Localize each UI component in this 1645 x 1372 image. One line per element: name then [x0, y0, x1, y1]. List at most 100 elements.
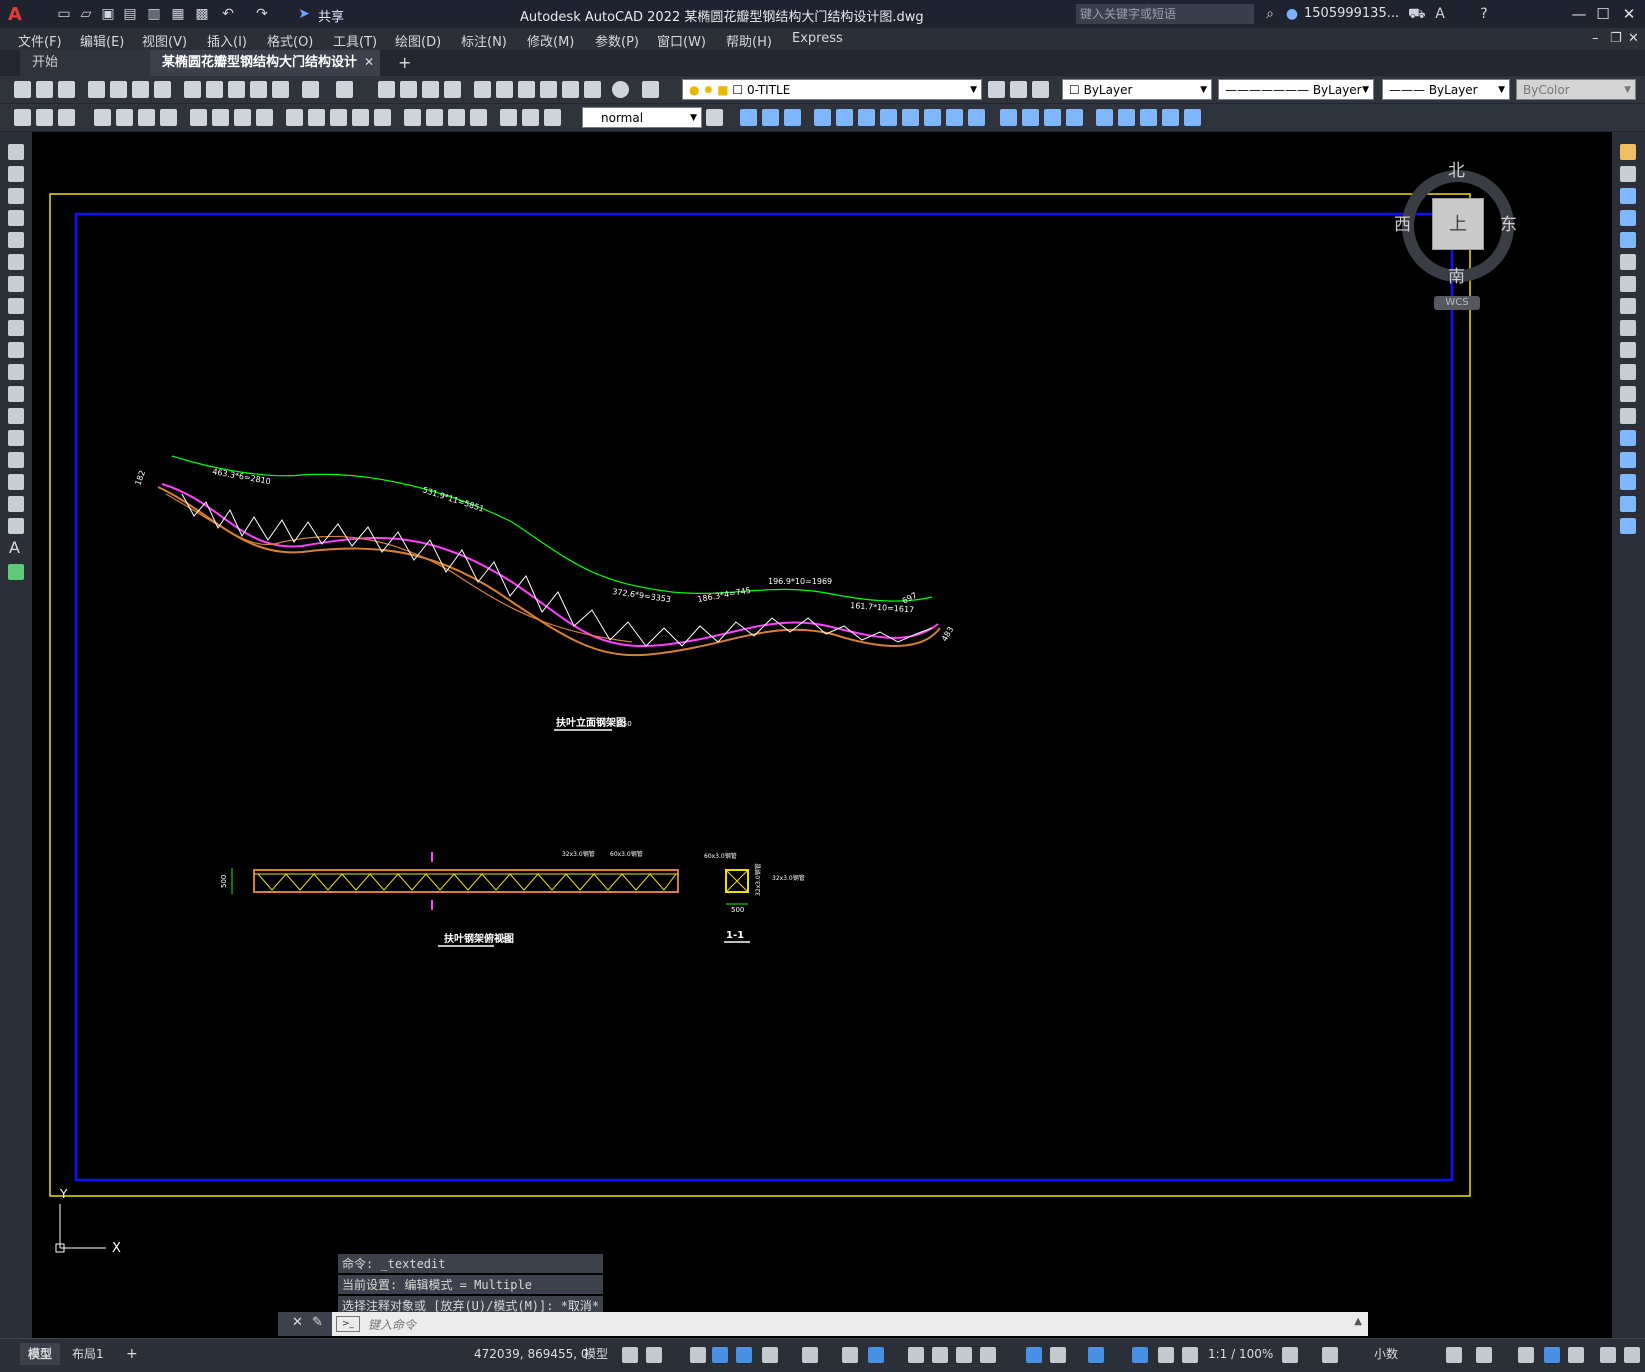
stretch-tool-icon[interactable] [1620, 320, 1636, 336]
wcs-menu[interactable]: WCS [1434, 296, 1480, 310]
dynamic-ucs-icon[interactable] [1026, 1347, 1042, 1363]
trim-icon[interactable] [946, 109, 963, 126]
break-icon[interactable] [1000, 109, 1017, 126]
layer-dropdown[interactable]: ● ✹ ■ ☐ 0-TITLE ▼ [682, 79, 982, 100]
doc-restore-button[interactable]: ❐ [1610, 31, 1622, 46]
search-icon[interactable]: ⌕ [1262, 6, 1278, 22]
dimension-edit-icon[interactable] [500, 109, 517, 126]
maximize-button[interactable]: ☐ [1592, 4, 1614, 24]
layer-properties-icon[interactable] [642, 81, 659, 98]
polyline-icon[interactable] [8, 188, 24, 204]
line-icon[interactable] [8, 144, 24, 160]
block-editor-icon[interactable] [272, 81, 289, 98]
stretch-icon[interactable] [924, 109, 941, 126]
menu-tools[interactable]: 工具(T) [333, 31, 377, 50]
selection-cycling-icon[interactable] [956, 1347, 972, 1363]
insert-block-icon[interactable] [8, 386, 24, 402]
3d-osnap-icon[interactable] [980, 1347, 996, 1363]
cut-icon[interactable] [184, 81, 201, 98]
menu-modify[interactable]: 修改(M) [527, 31, 574, 50]
annotation-scale-dropdown[interactable]: 1:1 / 100% [1200, 1343, 1281, 1365]
dimension-style-icon[interactable] [706, 109, 723, 126]
trim-tool-icon[interactable] [1620, 342, 1636, 358]
break-tool-icon[interactable] [1620, 408, 1636, 424]
design-center-icon[interactable] [496, 81, 513, 98]
rotate-icon[interactable] [880, 109, 897, 126]
baseline-dimension-icon[interactable] [308, 109, 325, 126]
viewcube-top-face[interactable]: 上 [1432, 198, 1484, 250]
grid-icon[interactable] [622, 1347, 638, 1363]
angular-dimension-icon[interactable] [256, 109, 273, 126]
command-prompt-icon[interactable]: >_ [336, 1316, 360, 1332]
tab-close-icon[interactable]: ✕ [364, 55, 374, 69]
units-dropdown[interactable]: 小数 [1366, 1343, 1406, 1365]
lock-ui-icon[interactable] [1476, 1347, 1492, 1363]
user-account[interactable]: 1505999135... [1304, 6, 1399, 21]
polygon-icon[interactable] [8, 210, 24, 226]
zoom-previous-icon[interactable] [444, 81, 461, 98]
add-selected-icon[interactable] [8, 564, 24, 580]
share-icon[interactable]: ➤ [296, 6, 312, 22]
tool-palettes-icon[interactable] [518, 81, 535, 98]
explode-tool-icon[interactable] [1620, 518, 1636, 534]
publish-3d-icon[interactable] [132, 81, 149, 98]
radius-dimension-icon[interactable] [190, 109, 207, 126]
center-mark-icon[interactable] [426, 109, 443, 126]
jogged-dimension-icon[interactable] [212, 109, 229, 126]
menu-help[interactable]: 帮助(H) [726, 31, 772, 50]
construction-line-icon[interactable] [8, 166, 24, 182]
erase-tool-icon[interactable] [1620, 144, 1636, 160]
jogged-linear-icon[interactable] [470, 109, 487, 126]
dynamic-input-icon[interactable] [712, 1347, 728, 1363]
close-button[interactable]: ✕ [1618, 4, 1640, 24]
break-at-point-icon[interactable] [1620, 386, 1636, 402]
lineweight-dropdown[interactable]: ——— ByLayer ▼ [1382, 79, 1510, 100]
model-space-toggle[interactable]: 模型 [576, 1343, 616, 1365]
app-logo[interactable]: A [8, 4, 26, 25]
viewcube-south[interactable]: 南 [1448, 262, 1465, 287]
save-drawing-icon[interactable] [58, 81, 75, 98]
aligned-dimension-icon[interactable] [116, 109, 133, 126]
autodesk-app-icon[interactable]: A [1432, 6, 1448, 22]
arc-icon[interactable] [8, 254, 24, 270]
dimension-space-icon[interactable] [352, 109, 369, 126]
make-current-icon[interactable] [988, 81, 1005, 98]
tab-model[interactable]: 模型 [20, 1343, 61, 1365]
ellipse-arc-icon[interactable] [8, 364, 24, 380]
plotstyle-dropdown[interactable]: ByColor ▼ [1516, 79, 1636, 100]
viewcube-east[interactable]: 东 [1500, 210, 1517, 235]
continue-dimension-icon[interactable] [330, 109, 347, 126]
undo-tool-icon[interactable] [302, 81, 319, 98]
menu-window[interactable]: 窗口(W) [657, 31, 706, 50]
chamfer-icon[interactable] [1044, 109, 1061, 126]
ortho-icon[interactable] [736, 1347, 752, 1363]
plot-preview-icon[interactable] [110, 81, 127, 98]
polar-tracking-icon[interactable] [762, 1347, 778, 1363]
save-icon[interactable]: ▣ [100, 6, 116, 22]
new-icon[interactable]: ▭ [56, 6, 72, 22]
quick-dimension-icon[interactable] [286, 109, 303, 126]
layer-state-icon[interactable] [1032, 81, 1049, 98]
copy-tool-icon[interactable] [1620, 166, 1636, 182]
user-icon[interactable]: ● [1284, 6, 1300, 22]
add-layout-button[interactable]: + [118, 1343, 146, 1365]
join-tool-icon[interactable] [1620, 430, 1636, 446]
mirror-tool-icon[interactable] [1620, 188, 1636, 204]
workspace-gear-icon[interactable] [1282, 1347, 1298, 1363]
zoom-window-icon[interactable] [422, 81, 439, 98]
erase-icon[interactable] [740, 109, 757, 126]
auto-scale-icon[interactable] [1158, 1347, 1174, 1363]
publish-icon[interactable]: ▦ [170, 6, 186, 22]
tab-layout1[interactable]: 布局1 [64, 1343, 112, 1365]
help-tool-icon[interactable] [612, 81, 629, 98]
plot-icon[interactable] [88, 81, 105, 98]
rename-icon[interactable] [14, 109, 31, 126]
web-publish-icon[interactable] [154, 81, 171, 98]
infer-constraints-icon[interactable] [690, 1347, 706, 1363]
color-dropdown[interactable]: ☐ ByLayer ▼ [1062, 79, 1212, 100]
gradient-icon[interactable] [8, 474, 24, 490]
circle-icon[interactable] [8, 276, 24, 292]
spline-icon[interactable] [8, 320, 24, 336]
transparency-icon[interactable] [932, 1347, 948, 1363]
help-icon[interactable]: ? [1476, 6, 1492, 22]
